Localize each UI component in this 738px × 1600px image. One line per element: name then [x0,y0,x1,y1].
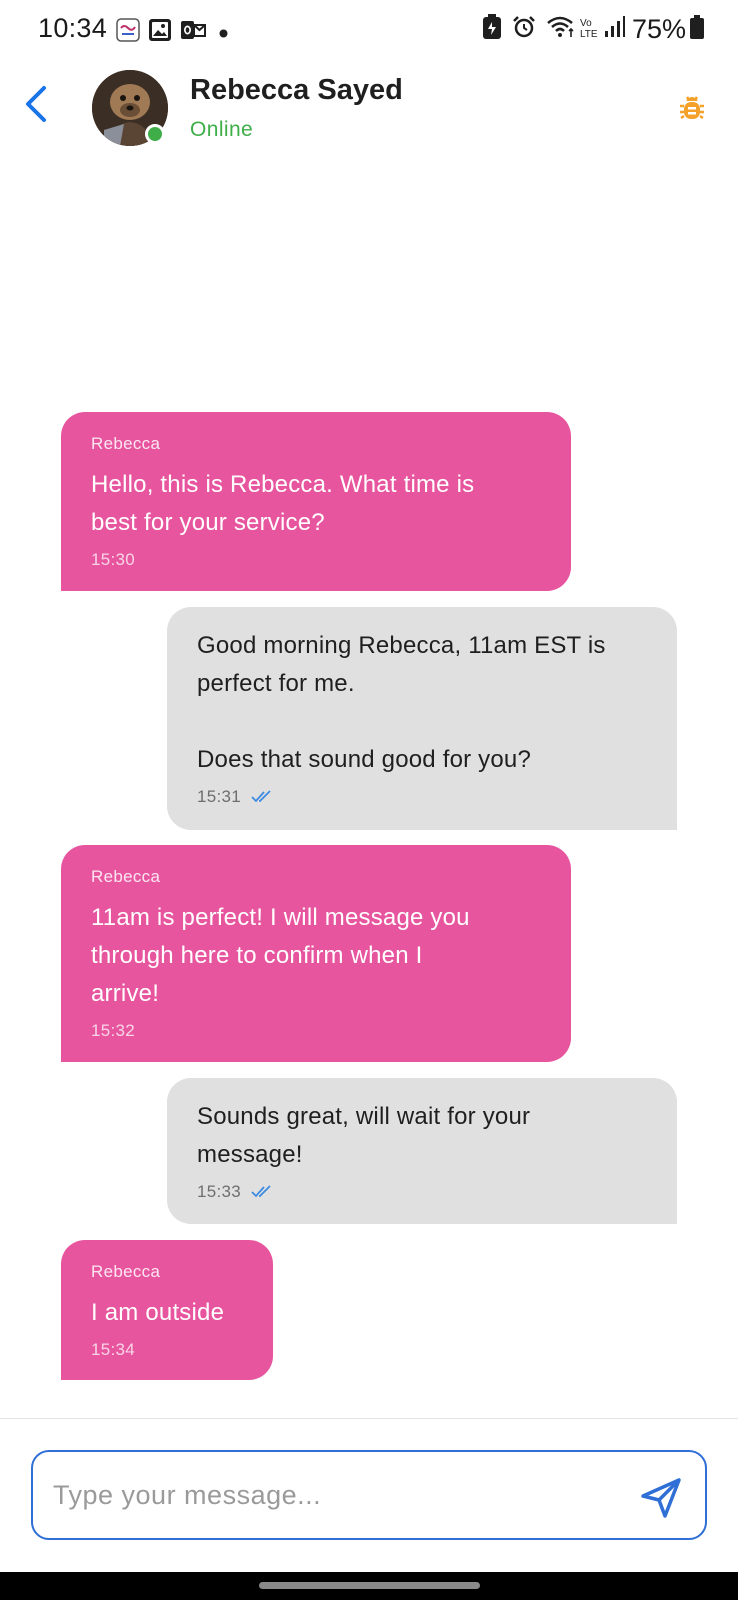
battery-percent: 75% [631,13,686,44]
status-bar: 10:34 Vo LTE 75% [0,0,738,58]
message-meta: 15:34 [91,1340,243,1360]
message-line: 11am is perfect! I will message you [91,904,470,931]
message-line: I am outside [91,1299,225,1326]
contact-status: Online [190,118,254,141]
message-sender: Rebecca [91,1262,161,1281]
message-timestamp: 15:31 [197,787,242,806]
message-meta: 15:30 [91,550,541,570]
message-bubble-incoming[interactable]: Rebecca I am outside 15:34 [61,1240,273,1380]
outlook-icon [180,18,206,47]
signal-icon [604,15,626,44]
message-text: Hello, this is Rebecca. What time is bes… [91,466,541,542]
back-button[interactable] [18,82,54,130]
debug-button[interactable] [676,92,708,124]
message-line: perfect for me. [197,670,355,697]
message-meta: 15:32 [91,1021,541,1041]
message-timestamp: 15:33 [197,1182,242,1201]
status-right-group: Vo LTE 75% [482,13,704,45]
bug-icon [676,96,708,128]
message-text: Good morning Rebecca, 11am EST is perfec… [197,627,647,779]
message-line: Does that sound good for you? [197,746,532,773]
message-text: 11am is perfect! I will message you thro… [91,899,541,1013]
message-timestamp: 15:30 [91,550,136,569]
message-meta: 15:31 [197,787,647,807]
send-icon [639,1478,683,1524]
message-line [197,703,647,741]
alarm-icon [512,15,536,44]
message-input[interactable] [53,1470,613,1520]
message-sender: Rebecca [91,867,161,886]
message-text: I am outside [91,1294,243,1332]
image-icon [148,18,172,47]
message-timestamp: 15:34 [91,1340,136,1359]
app-notification-icon [116,18,140,47]
status-time: 10:34 [38,13,108,43]
online-indicator [145,124,165,144]
chevron-left-icon [22,84,50,129]
message-bubble-incoming[interactable]: Rebecca Hello, this is Rebecca. What tim… [61,412,571,591]
message-line: Good morning Rebecca, 11am EST is [197,632,606,659]
message-bubble-incoming[interactable]: Rebecca 11am is perfect! I will message … [61,845,571,1062]
double-check-icon [251,1185,273,1199]
message-line: arrive! [91,980,160,1007]
home-indicator[interactable] [259,1582,480,1589]
dot-icon [219,25,228,43]
wifi-icon [546,15,576,44]
composer-divider [0,1418,738,1419]
message-line: message! [197,1141,303,1168]
message-bubble-outgoing[interactable]: Sounds great, will wait for your message… [167,1078,677,1224]
message-line: through here to confirm when I [91,942,423,969]
double-check-icon [251,790,273,804]
message-line: best for your service? [91,509,325,536]
message-timestamp: 15:32 [91,1021,136,1040]
message-text: Sounds great, will wait for your message… [197,1098,647,1174]
message-meta: 15:33 [197,1182,647,1202]
send-button[interactable] [639,1476,683,1520]
network-type-label: Vo LTE [579,18,598,40]
contact-name: Rebecca Sayed [190,74,403,106]
message-sender: Rebecca [91,434,161,453]
message-composer [31,1450,707,1540]
message-bubble-outgoing[interactable]: Good morning Rebecca, 11am EST is perfec… [167,607,677,830]
system-nav-bar [0,1572,738,1600]
battery-icon [690,14,704,44]
message-line: Hello, this is Rebecca. What time is [91,471,475,498]
message-line: Sounds great, will wait for your [197,1103,531,1130]
chat-header: Rebecca Sayed Online [0,58,738,164]
battery-saver-icon [482,13,502,45]
